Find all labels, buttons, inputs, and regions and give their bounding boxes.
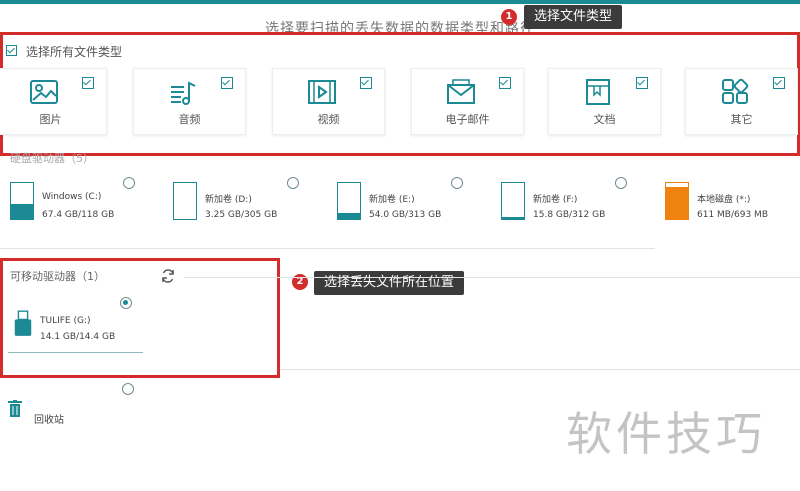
drive-size: 15.8 GB/312 GB: [533, 210, 606, 220]
file-type-checkbox[interactable]: [499, 77, 511, 89]
drive-size: 54.0 GB/313 GB: [369, 210, 442, 220]
select-all-checkbox[interactable]: [6, 45, 17, 56]
usb-drive-size: 14.1 GB/14.4 GB: [40, 332, 116, 342]
file-type-label: 图片: [39, 113, 62, 126]
drive-item-d[interactable]: 新加卷 (D:) 3.25 GB/305 GB: [173, 176, 333, 236]
drive-item-c[interactable]: Windows (C:) 67.4 GB/118 GB: [10, 176, 170, 236]
drive-name: 本地磁盘 (*:): [697, 195, 751, 205]
removable-title-divider: [184, 277, 800, 278]
drive-name: 新加卷 (F:): [533, 195, 578, 205]
drive-item-local[interactable]: 本地磁盘 (*:) 611 MB/693 MB: [665, 176, 800, 236]
usb-drive-name: TULIFE (G:): [40, 316, 91, 326]
drive-item-f[interactable]: 新加卷 (F:) 15.8 GB/312 GB: [501, 176, 661, 236]
file-type-card-email[interactable]: 电子邮件: [411, 68, 524, 135]
usb-drive-icon: [14, 310, 32, 336]
drive-name: 新加卷 (D:): [205, 195, 252, 205]
drive-icon: [10, 182, 34, 220]
removable-bottom-divider: [280, 369, 800, 370]
file-type-card-document[interactable]: 文档: [548, 68, 661, 135]
document-icon: [586, 79, 610, 105]
file-type-card-video[interactable]: 视频: [272, 68, 385, 135]
hard-drives-title: 硬盘驱动器（5）: [10, 152, 94, 165]
drives-divider: [0, 248, 655, 249]
drive-size: 3.25 GB/305 GB: [205, 210, 278, 220]
file-type-checkbox[interactable]: [82, 77, 94, 89]
drive-size: 67.4 GB/118 GB: [42, 210, 115, 220]
top-accent-bar: [0, 0, 800, 4]
file-type-card-image[interactable]: 图片: [0, 68, 107, 135]
drive-name: Windows (C:): [42, 192, 102, 202]
callout-number-1: 1: [501, 9, 517, 25]
file-type-card-audio[interactable]: 音频: [133, 68, 246, 135]
callout-select-location: 选择丢失文件所在位置: [314, 271, 465, 295]
removable-drives-title: 可移动驱动器（1）: [10, 270, 105, 283]
drive-radio-f[interactable]: [615, 177, 627, 189]
file-type-label: 电子邮件: [445, 113, 490, 126]
trash-icon: [8, 400, 22, 417]
file-type-checkbox[interactable]: [636, 77, 648, 89]
file-type-card-other[interactable]: 其它: [685, 68, 798, 135]
drive-icon: [665, 182, 689, 220]
usb-drive-item[interactable]: TULIFE (G:) 14.1 GB/14.4 GB: [8, 306, 143, 353]
video-icon: [308, 80, 336, 104]
drive-icon: [337, 182, 361, 220]
file-type-label: 其它: [730, 113, 753, 126]
drive-icon: [173, 182, 197, 220]
file-type-label: 文档: [593, 113, 616, 126]
recycle-radio[interactable]: [122, 383, 134, 395]
recycle-bin-label[interactable]: 回收站: [34, 411, 64, 426]
file-type-checkbox[interactable]: [221, 77, 233, 89]
watermark-text: 软件技巧: [566, 407, 766, 461]
drive-name: 新加卷 (E:): [369, 195, 415, 205]
refresh-icon[interactable]: [160, 268, 176, 284]
email-icon: [447, 79, 475, 104]
image-icon: [30, 80, 58, 104]
file-type-label: 音频: [178, 113, 201, 126]
drive-item-e[interactable]: 新加卷 (E:) 54.0 GB/313 GB: [337, 176, 497, 236]
callout-select-file-types: 选择文件类型: [524, 5, 623, 29]
file-type-checkbox[interactable]: [773, 77, 785, 89]
file-type-checkbox[interactable]: [360, 77, 372, 89]
drive-size: 611 MB/693 MB: [697, 210, 768, 220]
drive-radio-c[interactable]: [123, 177, 135, 189]
file-type-label: 视频: [317, 113, 340, 126]
select-all-label: 选择所有文件类型: [26, 45, 123, 59]
other-icon: [722, 78, 749, 104]
music-icon: [171, 81, 196, 105]
drive-radio-d[interactable]: [287, 177, 299, 189]
drive-icon: [501, 182, 525, 220]
drive-radio-e[interactable]: [451, 177, 463, 189]
